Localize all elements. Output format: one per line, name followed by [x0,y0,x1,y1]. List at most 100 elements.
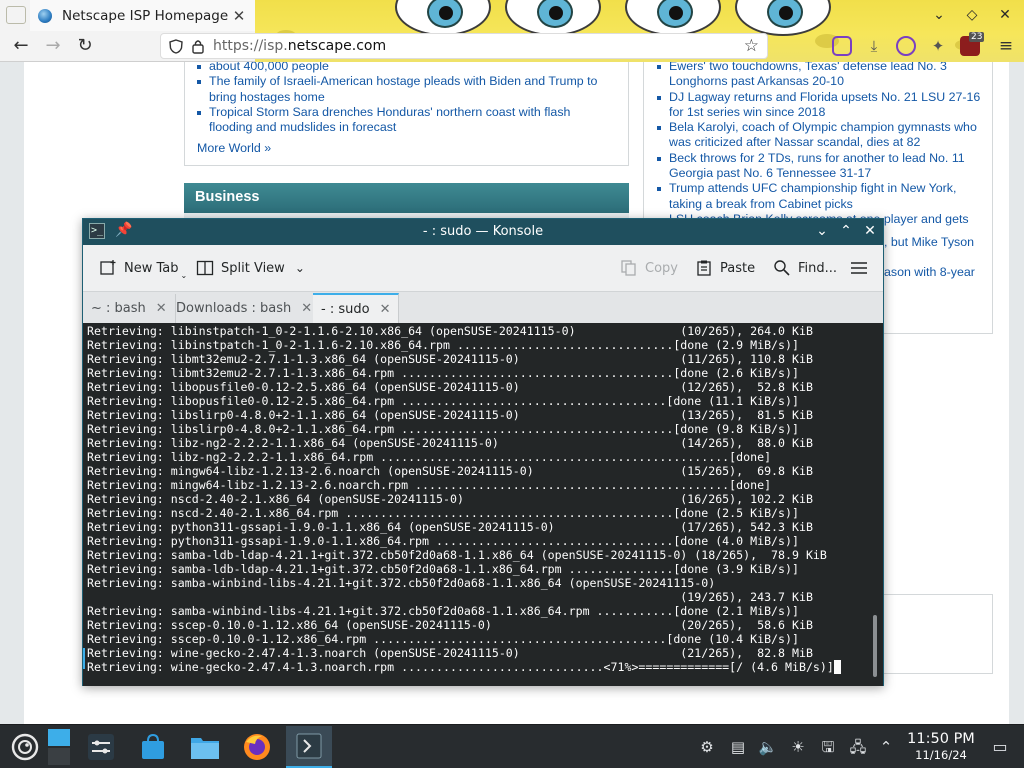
brightness-icon[interactable]: ☀ [788,737,808,757]
tab-bash-home[interactable]: ~ : bash ✕ [83,294,176,323]
terminal-line: Retrieving: wine-gecko-2.47.4-1.3.noarch… [87,646,813,660]
network-vpn-icon[interactable]: ⚙ [697,737,717,757]
ublock-badge: 23 [969,32,985,42]
news-item[interactable]: Tropical Storm Sara drenches Honduras' n… [197,105,616,136]
firefox-icon [244,734,270,760]
address-bar[interactable]: https://isp.netscape.com ☆ [160,33,768,59]
terminal-scrollbar[interactable] [873,615,877,677]
find-button[interactable]: Find... [773,257,837,279]
reload-icon[interactable]: ↻ [74,35,96,57]
terminal-line: Retrieving: nscd-2.40-2.1.x86_64 (openSU… [87,492,813,506]
maximize-icon[interactable]: ⌃ [837,222,855,240]
bookmark-star-icon[interactable]: ☆ [744,36,759,56]
split-view-button[interactable]: Split View ⌄ [196,257,305,279]
terminal-lines: Retrieving: libinstpatch-1_0-2-1.1.6-2.1… [87,324,841,674]
taskbar: ⚙ ▤ 🔈 ☀ 🖫 🖧 ⌃ 11:50 PM 11/16/24 ▭ [0,724,1024,768]
downloads-icon[interactable]: ⤓ [864,36,884,56]
close-window-icon[interactable]: ✕ [861,222,879,240]
business-section-heading: Business [184,183,629,213]
news-item-partial[interactable]: ason with 8-year [884,265,975,279]
terminal-icon [296,733,322,759]
konsole-window: >_ 📌 - : sudo — Konsole ⌄ ⌃ ✕ New Tab ⌄ … [82,218,884,686]
news-item[interactable]: DJ Lagway returns and Florida upsets No.… [657,90,982,121]
close-tab-icon[interactable]: ✕ [301,301,312,316]
tab-sudo[interactable]: - : sudo ✕ [313,293,400,324]
minimize-icon[interactable]: ⌄ [813,222,831,240]
news-item[interactable]: about 400,000 people [197,62,616,74]
close-tab-icon[interactable]: ✕ [231,7,247,25]
copy-button[interactable]: Copy [620,257,678,279]
url-text[interactable]: https://isp.netscape.com [213,38,744,54]
terminal-line: Retrieving: libslirp0-4.8.0+2-1.1.x86_64… [87,408,813,422]
clock-time: 11:50 PM [907,731,975,747]
volume-muted-icon[interactable]: 🔈 [758,737,778,757]
account-icon[interactable] [896,36,916,56]
back-icon[interactable]: ← [10,35,32,57]
tray-expand-icon[interactable]: ⌃ [876,737,896,757]
terminal-line: Retrieving: samba-ldb-ldap-4.21.1+git.37… [87,562,799,576]
browser-tab-active[interactable]: Netscape ISP Homepage ✕ [30,0,255,31]
konsole-titlebar[interactable]: >_ 📌 - : sudo — Konsole ⌄ ⌃ ✕ [83,219,883,245]
opensuse-logo-icon [11,733,39,761]
storage-icon[interactable]: 🖫 [818,737,838,757]
discover-launcher[interactable] [130,726,176,768]
settings-sliders-icon [88,734,114,760]
konsole-tab-bar: ~ : bash ✕ Downloads : bash ✕ - : sudo ✕ [83,291,883,324]
side-panel [880,594,993,674]
terminal-line: Retrieving: sscep-0.10.0-1.12.x86_64.rpm… [87,632,799,646]
terminal-line: Retrieving: libmt32emu2-2.7.1-1.3.x86_64… [87,352,813,366]
chevron-down-icon[interactable]: ⌄ [295,261,305,275]
new-tab-button[interactable]: New Tab ⌄ [99,257,187,280]
maximize-icon[interactable]: ◇ [963,6,981,24]
hamburger-menu-icon [851,262,867,274]
terminal-line: Retrieving: libinstpatch-1_0-2-1.1.6-2.1… [87,324,813,338]
terminal-output[interactable]: Retrieving: libinstpatch-1_0-2-1.1.6-2.1… [83,323,883,686]
news-item[interactable]: Ewers' two touchdowns, Texas' defense le… [657,62,982,90]
pager-widget[interactable] [48,729,70,765]
network-wired-icon[interactable]: 🖧 [848,737,868,757]
copy-icon [621,260,636,276]
file-manager-launcher[interactable] [182,726,228,768]
application-launcher[interactable] [2,726,48,768]
tab-list-icon[interactable] [6,6,26,24]
konsole-task[interactable] [286,726,332,768]
terminal-line: Retrieving: samba-winbind-libs-4.21.1+gi… [87,604,799,618]
terminal-line: Retrieving: nscd-2.40-2.1.x86_64.rpm ...… [87,506,799,520]
terminal-line: Retrieving: sscep-0.10.0-1.12.x86_64 (op… [87,618,813,632]
news-item[interactable]: The family of Israeli-American hostage p… [197,74,616,105]
lock-icon[interactable] [191,39,205,54]
show-desktop-icon[interactable]: ▭ [990,737,1010,757]
menu-icon[interactable]: ≡ [996,36,1016,56]
system-settings-launcher[interactable] [78,726,124,768]
tab-bash-downloads[interactable]: Downloads : bash ✕ [168,294,322,323]
pocket-icon[interactable] [832,36,852,56]
tracking-shield-icon[interactable] [169,38,183,54]
close-tab-icon[interactable]: ✕ [156,301,167,316]
terminal-line: Retrieving: libopusfile0-0.12-2.5.x86_64… [87,394,799,408]
paste-icon [697,260,711,276]
close-window-icon[interactable]: ✕ [996,6,1014,24]
hamburger-menu-button[interactable] [850,257,875,279]
extensions-icon[interactable]: ✦ [928,36,948,56]
terminal-line: Retrieving: python311-gssapi-1.9.0-1.1.x… [87,520,813,534]
more-world-link[interactable]: More World » [197,137,616,156]
terminal-line: Retrieving: samba-ldb-ldap-4.21.1+git.37… [87,548,827,562]
news-item[interactable]: Beck throws for 2 TDs, runs for another … [657,151,982,182]
terminal-line: Retrieving: python311-gssapi-1.9.0-1.1.x… [87,534,799,548]
news-item-partial[interactable]: , but Mike Tyson [884,235,974,249]
terminal-line: Retrieving: libopusfile0-0.12-2.5.x86_64… [87,380,813,394]
window-title: - : sudo — Konsole [422,224,544,239]
world-news-panel: about 400,000 people The family of Israe… [184,62,629,166]
forward-icon[interactable]: → [42,35,64,57]
news-item[interactable]: Trump attends UFC championship fight in … [657,181,982,212]
terminal-line: Retrieving: mingw64-libz-1.2.13-2.6.noar… [87,478,772,492]
clipboard-icon[interactable]: ▤ [728,737,748,757]
ublock-icon[interactable]: 23 [960,32,985,56]
terminal-line: Retrieving: libz-ng2-2.2.2-1.1.x86_64.rp… [87,450,772,464]
firefox-launcher[interactable] [234,726,280,768]
minimize-icon[interactable]: ⌄ [930,6,948,24]
close-tab-icon[interactable]: ✕ [380,302,391,317]
digital-clock[interactable]: 11:50 PM 11/16/24 [898,730,984,762]
paste-button[interactable]: Paste [695,257,755,279]
news-item[interactable]: Bela Karolyi, coach of Olympic champion … [657,120,982,151]
